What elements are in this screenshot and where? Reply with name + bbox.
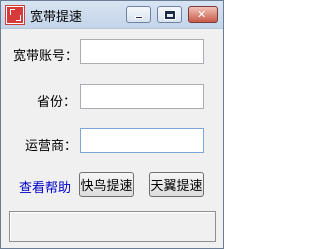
maximize-button[interactable] bbox=[157, 6, 182, 23]
close-button[interactable]: ✕ bbox=[188, 6, 218, 23]
tianyi-speedup-button[interactable]: 天翼提速 bbox=[149, 172, 204, 197]
help-link[interactable]: 查看帮助 bbox=[19, 177, 71, 196]
province-input[interactable] bbox=[80, 84, 204, 109]
minimize-button[interactable] bbox=[126, 6, 151, 23]
account-label: 宽带账号： bbox=[13, 49, 79, 64]
close-icon: ✕ bbox=[197, 8, 207, 21]
status-box bbox=[9, 211, 216, 242]
app-seal-icon bbox=[5, 5, 25, 25]
app-window: 宽带提速 ✕ 宽带账号： 省份： 运营商： 查看帮助 快鸟提速 天翼提速 bbox=[0, 0, 224, 249]
minimize-icon bbox=[135, 16, 143, 19]
kuainiao-speedup-button[interactable]: 快鸟提速 bbox=[79, 172, 134, 197]
carrier-input[interactable] bbox=[80, 128, 204, 153]
window-title: 宽带提速 bbox=[30, 10, 83, 25]
title-bar[interactable]: 宽带提速 ✕ bbox=[1, 1, 223, 29]
account-input[interactable] bbox=[80, 39, 204, 64]
maximize-icon bbox=[165, 11, 175, 19]
carrier-label: 运营商： bbox=[25, 139, 78, 154]
province-label: 省份： bbox=[37, 95, 77, 110]
